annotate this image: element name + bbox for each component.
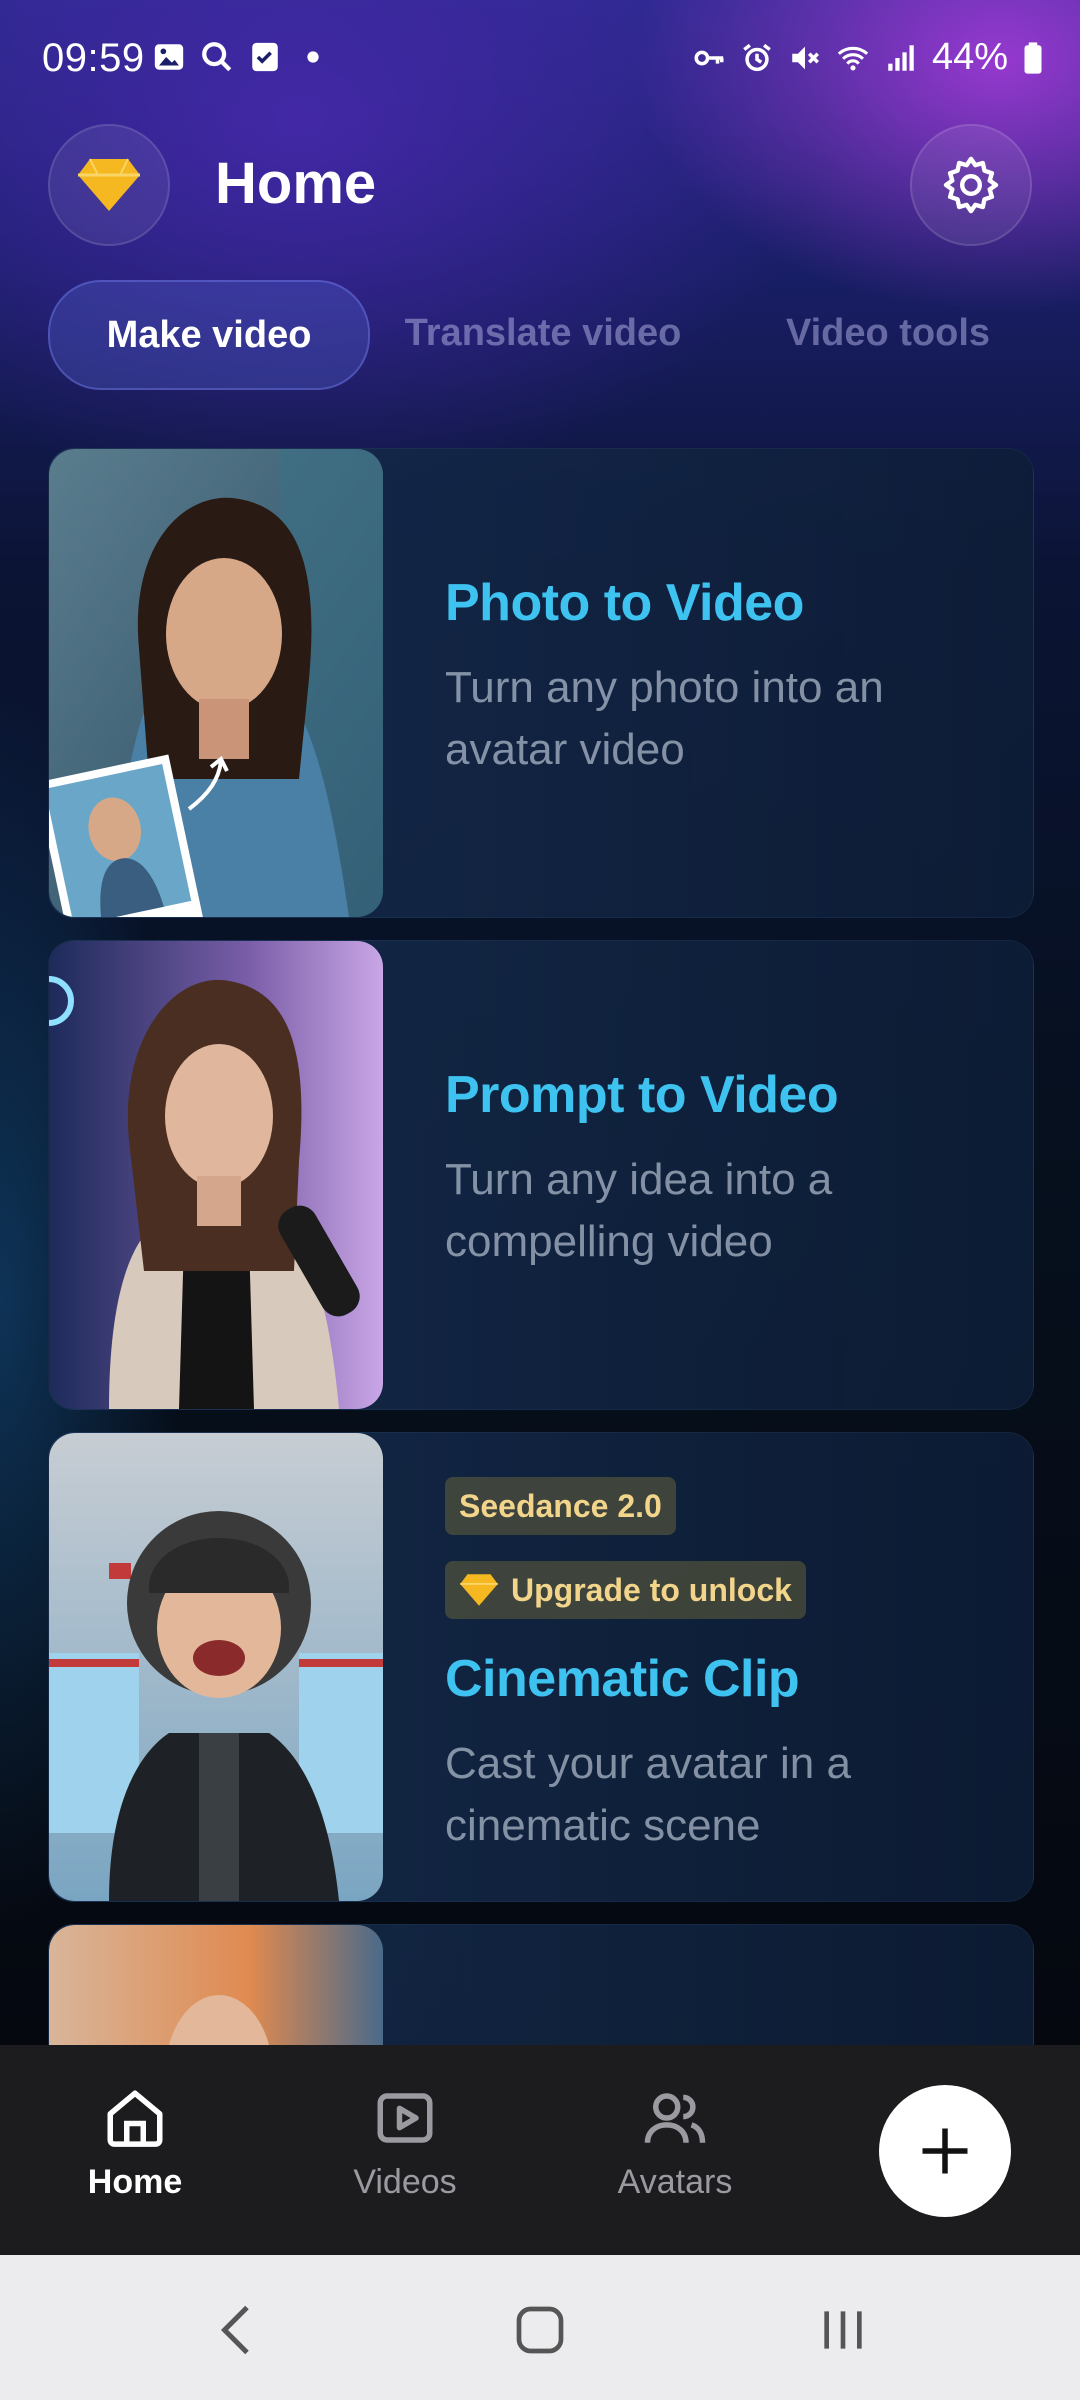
card-description: Turn any photo into an avatar video [445,663,884,774]
nav-label: Videos [353,2163,457,2201]
card-cinematic-clip[interactable]: Seedance 2.0 Upgrade to unlock Cinematic… [48,1432,1034,1902]
card-photo-to-video[interactable]: Photo to Video Turn any photo into an av… [48,448,1034,918]
card-title: Cinematic Clip [445,1650,800,1708]
back-button[interactable] [202,2295,272,2365]
settings-button[interactable] [910,124,1032,246]
dot-icon [307,51,319,63]
tab-make-video[interactable]: Make video [48,280,370,390]
card-description: Turn any idea into a compelling video [445,1155,833,1266]
diamond-icon [78,158,140,211]
nav-home[interactable]: Home [35,2085,235,2202]
card-description: Cast your avatar in a cinematic scene [445,1739,851,1850]
tab-video-tools[interactable]: Video tools [738,280,1038,386]
card-title: Photo to Video [445,574,804,632]
cinematic-clip-thumbnail [49,1433,383,1901]
gear-icon [943,156,999,214]
card-prompt-to-video[interactable]: Prompt to Video Turn any idea into a com… [48,940,1034,1410]
upgrade-label: Upgrade to unlock [511,1571,792,1608]
people-icon [644,2093,706,2143]
alarm-icon [743,43,771,71]
page-title: Home [215,151,377,216]
checkbox-icon [252,42,278,72]
battery-icon [1024,41,1042,74]
tab-translate-video[interactable]: Translate video [393,280,693,386]
upgrade-badge[interactable]: Upgrade to unlock [445,1561,806,1619]
key-icon [694,50,724,65]
model-badge: Seedance 2.0 [445,1477,676,1535]
tab-bar: Make video Translate video Video tools [48,280,1048,390]
premium-button[interactable] [48,124,170,246]
card-title: Prompt to Video [445,1066,839,1124]
wifi-icon [837,46,869,70]
home-system-button[interactable] [505,2295,575,2365]
photo-to-video-thumbnail [49,449,383,917]
search-icon [202,42,232,72]
play-icon [377,2093,433,2143]
nav-videos[interactable]: Videos [305,2085,505,2202]
battery-percent: 44% [931,36,1008,78]
status-time: 09:59 [42,36,145,80]
nav-label: Avatars [617,2163,733,2201]
status-bar: 09:59 44% [0,0,1080,120]
nav-avatars[interactable]: Avatars [575,2085,775,2202]
bottom-navigation: Home Videos Avatars [0,2045,1080,2255]
square-icon [516,2306,564,2354]
prompt-to-video-thumbnail [49,941,383,1409]
diamond-icon [460,1574,498,1606]
signal-icon [888,44,914,71]
system-navigation-bar [0,2255,1080,2400]
back-icon [220,2305,249,2355]
recents-icon [824,2311,862,2349]
mute-icon [792,46,819,69]
plus-icon [922,2128,968,2174]
create-button[interactable] [879,2085,1011,2217]
gallery-icon [154,44,184,70]
recents-button[interactable] [808,2295,878,2365]
nav-label: Home [87,2163,183,2201]
home-icon [107,2090,163,2147]
